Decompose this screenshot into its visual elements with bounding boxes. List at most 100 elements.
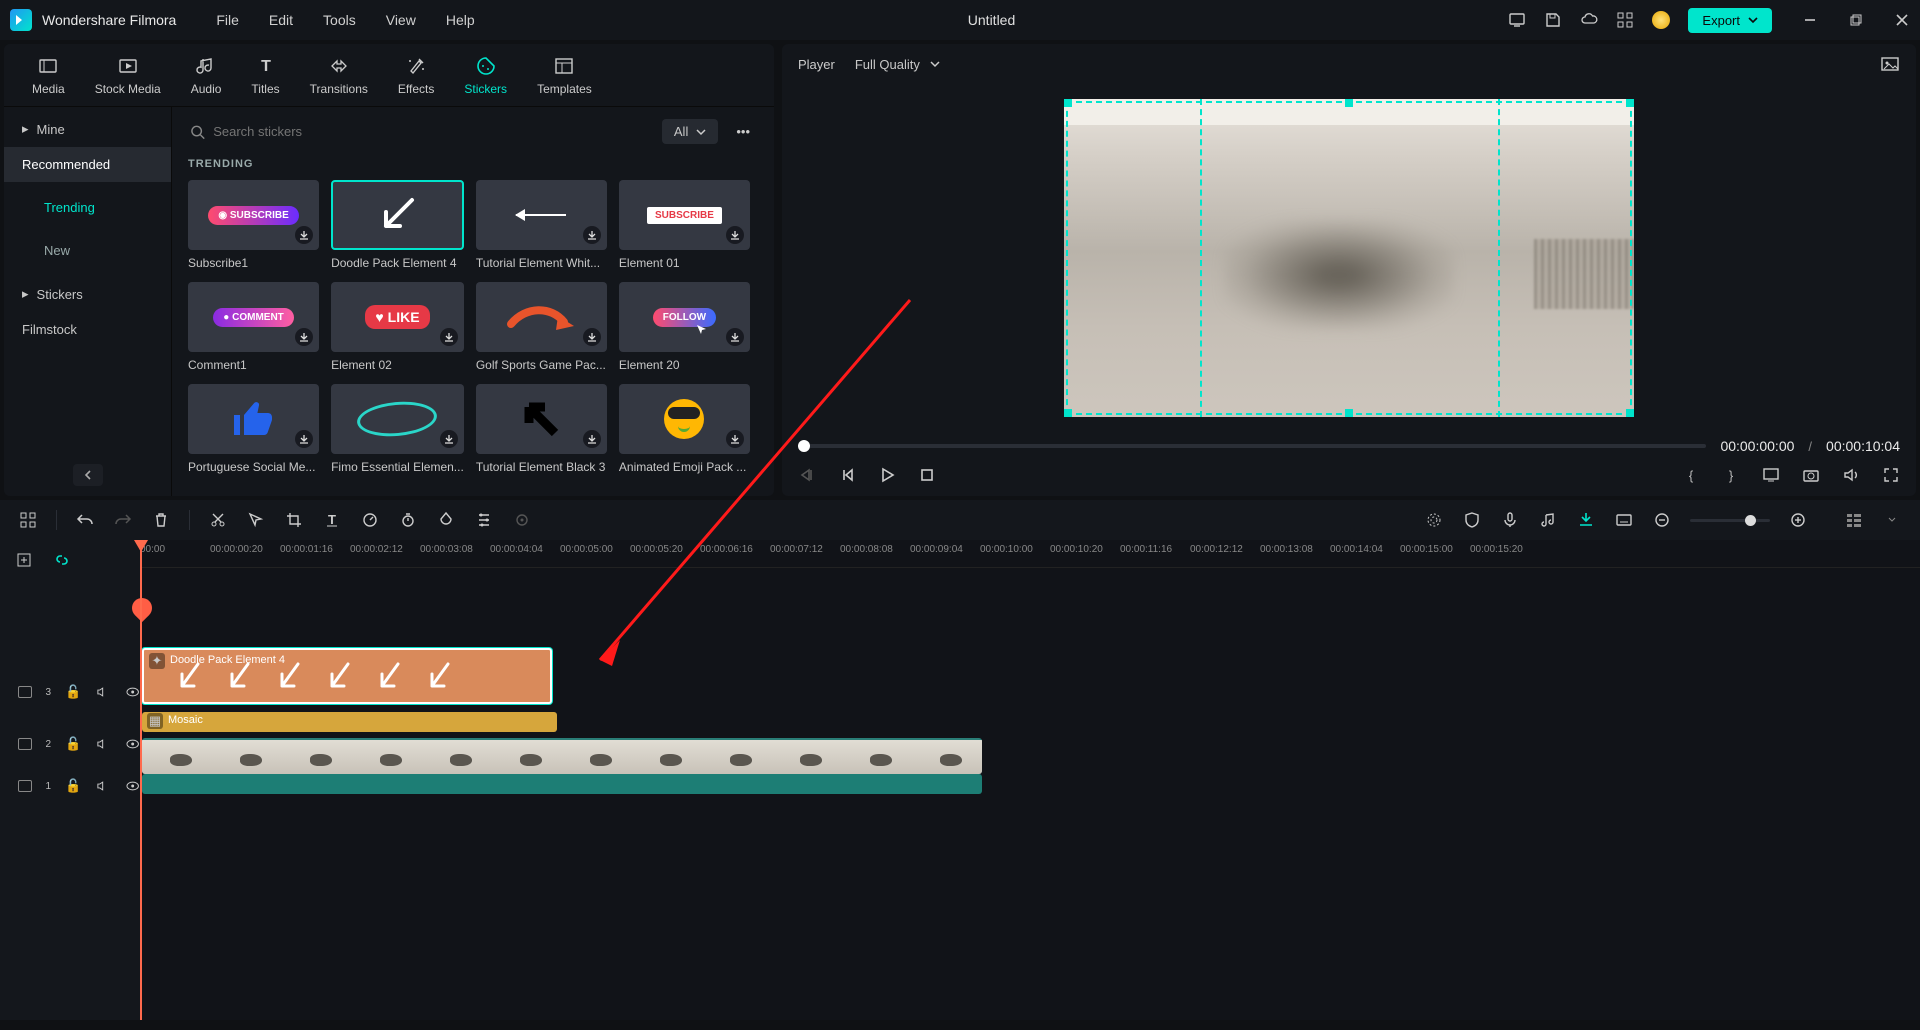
mark-out-button[interactable]: }	[1722, 466, 1740, 484]
download-icon[interactable]	[726, 328, 744, 346]
menu-tools[interactable]: Tools	[323, 12, 356, 28]
lock-icon[interactable]: 🔓	[65, 778, 81, 794]
save-icon[interactable]	[1544, 11, 1562, 29]
zoom-in-button[interactable]	[1788, 510, 1808, 530]
eye-icon[interactable]	[125, 778, 140, 794]
menu-help[interactable]: Help	[446, 12, 475, 28]
clip-audio-waveform[interactable]	[142, 774, 982, 794]
window-close-icon[interactable]	[1894, 12, 1910, 28]
eye-icon[interactable]	[125, 736, 140, 752]
sidebar-item-recommended[interactable]: Recommended	[4, 147, 171, 182]
marker-button[interactable]	[1576, 510, 1596, 530]
select-button[interactable]	[246, 510, 266, 530]
menu-file[interactable]: File	[216, 12, 239, 28]
lock-icon[interactable]: 🔓	[65, 736, 81, 752]
zoom-out-button[interactable]	[1652, 510, 1672, 530]
track-head-2[interactable]: 2🔓	[0, 720, 140, 768]
track-1[interactable]: ▶ unnamed	[140, 738, 1920, 802]
view-menu-button[interactable]	[1844, 510, 1864, 530]
enhance-button[interactable]	[1424, 510, 1444, 530]
prev-frame-button[interactable]	[798, 466, 816, 484]
scrub-track[interactable]	[798, 444, 1706, 448]
sidebar-item-filmstock[interactable]: Filmstock	[4, 312, 171, 347]
delete-button[interactable]	[151, 510, 171, 530]
sticker-thumb[interactable]: FOLLOW	[619, 282, 750, 352]
download-icon[interactable]	[295, 226, 313, 244]
scrub-handle[interactable]	[798, 440, 810, 452]
sticker-thumb[interactable]	[619, 384, 750, 454]
sticker-thumb[interactable]	[476, 282, 607, 352]
track-3[interactable]: ✦ Doodle Pack Element 4	[140, 644, 1920, 708]
add-track-button[interactable]	[14, 550, 34, 570]
camera-button[interactable]	[1802, 466, 1820, 484]
keyframe-button[interactable]	[512, 510, 532, 530]
export-button[interactable]: Export	[1688, 8, 1772, 33]
timeline-main[interactable]: 00:0000:00:00:2000:00:01:1600:00:02:1200…	[140, 540, 1920, 1020]
download-icon[interactable]	[583, 430, 601, 448]
sticker-thumb[interactable]	[331, 384, 464, 454]
stop-button[interactable]	[918, 466, 936, 484]
tab-stickers[interactable]: Stickers	[464, 54, 507, 96]
screen-icon[interactable]	[1508, 11, 1526, 29]
speed-button[interactable]	[360, 510, 380, 530]
volume-button[interactable]	[1842, 466, 1860, 484]
display-button[interactable]	[1762, 466, 1780, 484]
sidebar-item-stickers[interactable]: ▸Stickers	[4, 276, 171, 312]
timeline-ruler[interactable]: 00:0000:00:00:2000:00:01:1600:00:02:1200…	[140, 540, 1920, 568]
download-icon[interactable]	[440, 328, 458, 346]
track-2[interactable]: ▦ Mosaic	[140, 712, 1920, 736]
mark-in-button[interactable]: {	[1682, 466, 1700, 484]
apps-icon[interactable]	[1616, 11, 1634, 29]
download-icon[interactable]	[440, 430, 458, 448]
skip-back-button[interactable]	[838, 466, 856, 484]
undo-button[interactable]	[75, 510, 95, 530]
crop-button[interactable]	[284, 510, 304, 530]
collapse-sidebar-button[interactable]	[73, 464, 103, 486]
mic-button[interactable]	[1500, 510, 1520, 530]
menu-view[interactable]: View	[386, 12, 416, 28]
download-icon[interactable]	[726, 226, 744, 244]
selection-box[interactable]	[1066, 101, 1632, 415]
download-icon[interactable]	[295, 430, 313, 448]
mute-icon[interactable]	[95, 778, 110, 794]
mute-icon[interactable]	[95, 736, 110, 752]
search-box[interactable]	[188, 120, 652, 144]
sidebar-sub-new[interactable]: New	[4, 233, 171, 268]
sticker-thumb-selected[interactable]	[331, 180, 464, 250]
sticker-thumb[interactable]	[476, 180, 607, 250]
timer-button[interactable]	[398, 510, 418, 530]
shield-button[interactable]	[1462, 510, 1482, 530]
track-head-1[interactable]: 1🔓	[0, 762, 140, 810]
account-avatar-icon[interactable]	[1652, 11, 1670, 29]
sticker-thumb[interactable]	[476, 384, 607, 454]
window-minimize-icon[interactable]	[1802, 12, 1818, 28]
caption-button[interactable]	[1614, 510, 1634, 530]
redo-button[interactable]	[113, 510, 133, 530]
download-icon[interactable]	[726, 430, 744, 448]
snapshot-button[interactable]	[1880, 54, 1900, 74]
tab-stock-media[interactable]: Stock Media	[95, 54, 161, 96]
layout-icon[interactable]	[18, 510, 38, 530]
sticker-thumb[interactable]: ♥ LIKE	[331, 282, 464, 352]
clip-mosaic[interactable]: ▦ Mosaic	[142, 712, 557, 732]
track-head-3[interactable]: 3🔓	[0, 668, 140, 716]
eye-icon[interactable]	[125, 684, 140, 700]
menu-edit[interactable]: Edit	[269, 12, 293, 28]
tab-audio[interactable]: Audio	[191, 54, 222, 96]
download-icon[interactable]	[295, 328, 313, 346]
zoom-slider[interactable]	[1690, 519, 1770, 522]
tab-transitions[interactable]: Transitions	[310, 54, 368, 96]
quality-dropdown[interactable]: Full Quality	[855, 57, 940, 72]
clip-video[interactable]: ▶ unnamed	[142, 738, 982, 774]
text-button[interactable]: T	[322, 510, 342, 530]
adjust-button[interactable]	[474, 510, 494, 530]
playhead[interactable]	[140, 540, 142, 1020]
filter-dropdown[interactable]: All	[662, 119, 718, 144]
mute-icon[interactable]	[95, 684, 110, 700]
view-menu-chevron[interactable]	[1882, 510, 1902, 530]
more-options-button[interactable]: •••	[728, 119, 758, 144]
color-button[interactable]	[436, 510, 456, 530]
preview-area[interactable]	[782, 84, 1916, 432]
tab-titles[interactable]: TTitles	[251, 54, 279, 96]
tab-media[interactable]: Media	[32, 54, 65, 96]
